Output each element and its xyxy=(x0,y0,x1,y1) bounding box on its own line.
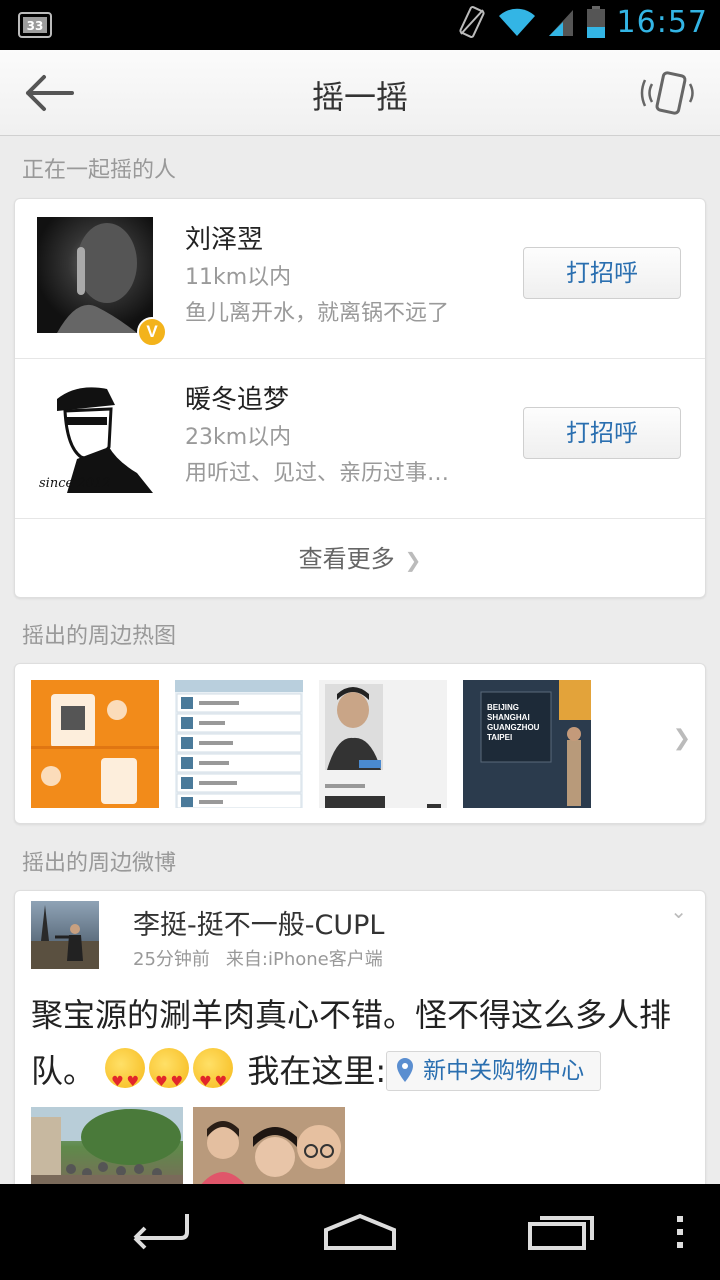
person-row[interactable]: V 刘泽翌 11km以内 鱼儿离开水，就离锅不远了 打招呼 xyxy=(15,199,705,359)
menu-nav-icon[interactable] xyxy=(660,1202,700,1262)
photos-section-title: 摇出的周边热图 xyxy=(22,624,177,649)
status-bar: 33 16:57 xyxy=(0,0,720,50)
photo-thumbnail[interactable] xyxy=(319,680,447,808)
weibo-time: 25分钟前 xyxy=(133,949,210,970)
person-signature: 用听过、见过、亲历过事… xyxy=(185,461,450,486)
exhibition-city-3: GUANGZHOU xyxy=(487,723,540,732)
home-nav-icon[interactable] xyxy=(310,1202,410,1262)
exhibition-city-2: SHANGHAI xyxy=(487,713,530,722)
avatar[interactable] xyxy=(37,217,153,333)
photo-thumbnail[interactable]: BEIJING SHANGHAI GUANGZHOU TAIPEI xyxy=(463,680,591,808)
greet-button[interactable]: 打招呼 xyxy=(523,247,681,299)
location-pin-icon xyxy=(397,1056,414,1094)
recents-nav-icon[interactable] xyxy=(512,1202,612,1262)
heart-eyes-emoji-icon xyxy=(105,1048,146,1110)
battery-icon xyxy=(586,6,605,38)
photo-thumbnail[interactable] xyxy=(31,680,159,808)
see-more-label: 查看更多 xyxy=(298,545,395,573)
location-label: 新中关购物中心 xyxy=(423,1058,585,1084)
person-name: 刘泽翌 xyxy=(185,225,264,255)
chevron-down-icon[interactable]: ⌄ xyxy=(670,899,687,923)
shake-phone-icon[interactable] xyxy=(636,66,704,120)
action-bar: 摇一摇 xyxy=(0,50,720,136)
weibo-photo[interactable] xyxy=(193,1107,345,1187)
weibo-section-title: 摇出的周边微博 xyxy=(22,851,177,876)
verified-badge-icon: V xyxy=(137,317,167,347)
weibo-text: 聚宝源的涮羊肉真心不错。怪不得这么多人排队。 我在这里:新中关购物中心 xyxy=(31,987,691,1110)
chevron-right-icon: ❯ xyxy=(404,548,422,572)
greet-button[interactable]: 打招呼 xyxy=(523,407,681,459)
page-title: 摇一摇 xyxy=(311,78,408,116)
avatar-caption: since 2012 xyxy=(39,476,110,491)
people-card: V 刘泽翌 11km以内 鱼儿离开水，就离锅不远了 打招呼 since 2012… xyxy=(14,198,706,598)
weibo-photo[interactable] xyxy=(31,1107,183,1187)
see-more-button[interactable]: 查看更多 ❯ xyxy=(15,519,705,595)
exhibition-city-4: TAIPEI xyxy=(487,733,512,742)
people-section-title: 正在一起摇的人 xyxy=(22,158,177,183)
signal-icon xyxy=(548,10,573,36)
chevron-right-icon[interactable]: ❯ xyxy=(673,726,691,751)
weibo-source: 来自:iPhone客户端 xyxy=(225,949,383,970)
navigation-bar xyxy=(0,1184,720,1280)
weibo-card[interactable]: 李挺-挺不一般-CUPL 25分钟前 来自:iPhone客户端 ⌄ 聚宝源的涮羊肉… xyxy=(14,890,706,1200)
svg-text:33: 33 xyxy=(27,19,44,33)
exhibition-city-1: BEIJING xyxy=(487,703,519,712)
avatar[interactable] xyxy=(31,901,99,969)
person-distance: 23km以内 xyxy=(185,425,292,450)
weibo-author[interactable]: 李挺-挺不一般-CUPL xyxy=(133,903,384,942)
vibrate-icon xyxy=(458,6,485,38)
heart-eyes-emoji-icon xyxy=(149,1048,190,1110)
person-distance: 11km以内 xyxy=(185,265,292,290)
clock: 16:57 xyxy=(616,4,708,40)
photos-card[interactable]: BEIJING SHANGHAI GUANGZHOU TAIPEI ❯ xyxy=(14,663,706,824)
wifi-icon xyxy=(498,8,535,36)
heart-eyes-emoji-icon xyxy=(193,1048,234,1110)
weibo-meta: 25分钟前 来自:iPhone客户端 xyxy=(133,945,383,971)
location-chip[interactable]: 新中关购物中心 xyxy=(386,1051,602,1094)
weibo-location-prefix: 我在这里: xyxy=(247,1052,387,1090)
notification-icon: 33 xyxy=(18,12,52,42)
photo-thumbnail[interactable] xyxy=(175,680,303,808)
back-nav-icon[interactable] xyxy=(110,1202,210,1262)
person-name: 暖冬追梦 xyxy=(185,385,290,415)
avatar[interactable]: since 2012 xyxy=(37,377,153,493)
person-signature: 鱼儿离开水，就离锅不远了 xyxy=(185,301,450,326)
person-row[interactable]: since 2012 暖冬追梦 23km以内 用听过、见过、亲历过事… 打招呼 xyxy=(15,359,705,519)
